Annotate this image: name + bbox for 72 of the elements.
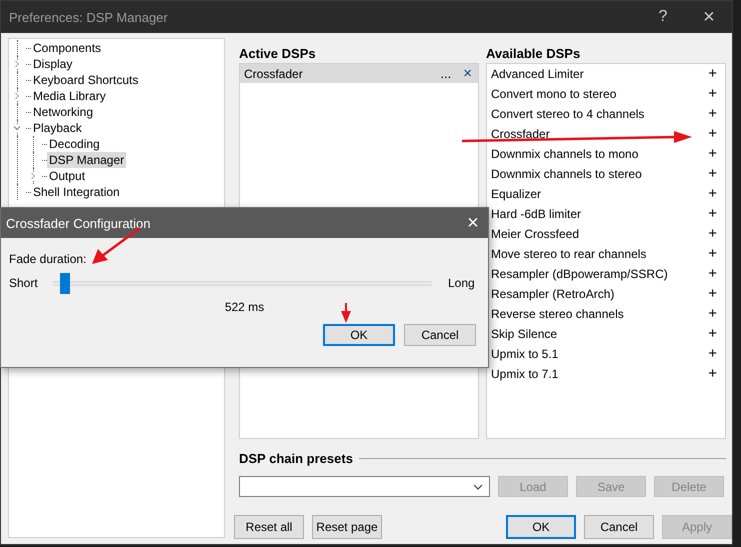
add-button[interactable]: + [702, 125, 725, 143]
tree-item[interactable]: Networking [31, 104, 96, 120]
list-item[interactable]: Meier Crossfeed [491, 227, 702, 241]
button[interactable]: Reset all [234, 515, 304, 539]
list-item[interactable]: Upmix to 5.1 [491, 347, 702, 361]
tree-item[interactable]: Decoding [47, 136, 102, 152]
dialog-title: Crossfader Configuration [6, 216, 151, 230]
button[interactable]: Cancel [404, 324, 476, 346]
add-button[interactable]: + [702, 285, 725, 303]
arrow [341, 303, 351, 323]
add-button[interactable]: + [702, 245, 725, 263]
list-item[interactable]: Upmix to 7.1 [491, 367, 702, 381]
add-button[interactable]: + [702, 185, 725, 203]
tree-item[interactable]: Media Library [31, 88, 108, 104]
add-button[interactable]: + [702, 325, 725, 343]
close-button[interactable]: × [458, 208, 488, 238]
list-item[interactable]: Downmix channels to stereo [491, 167, 702, 181]
list-item[interactable]: Equalizer [491, 187, 702, 201]
section-heading: DSP chain presets [239, 450, 353, 468]
close-button[interactable]: × [686, 1, 732, 33]
tree-item[interactable]: DSP Manager [47, 152, 126, 168]
slider-value: 522 ms [224, 300, 264, 314]
list-item[interactable]: Convert stereo to 4 channels [491, 107, 702, 121]
add-button[interactable]: + [702, 165, 725, 183]
add-button[interactable]: + [702, 365, 725, 383]
add-button[interactable]: + [702, 305, 725, 323]
tree-item[interactable]: Shell Integration [31, 184, 122, 200]
add-button[interactable]: + [702, 105, 725, 123]
list-item[interactable]: Crossfader [491, 127, 702, 141]
section-heading: Available DSPs [486, 45, 582, 63]
list-item[interactable]: Move stereo to rear channels [491, 247, 702, 261]
slider-thumb[interactable] [60, 272, 70, 294]
button[interactable]: Reset page [312, 515, 382, 539]
tree-item[interactable]: Playback [31, 120, 84, 136]
section-heading: Active DSPs [239, 45, 317, 63]
list-item[interactable]: Hard -6dB limiter [491, 207, 702, 221]
add-button[interactable]: + [702, 345, 725, 363]
tree-item[interactable]: Components [31, 40, 104, 56]
slider-label: Long [447, 276, 476, 290]
configure-button[interactable]: ... [434, 64, 458, 82]
add-button[interactable]: + [702, 225, 725, 243]
caret-icon [473, 484, 483, 490]
tree-item[interactable]: Display [31, 56, 74, 72]
slider-label: Short [9, 276, 39, 290]
add-button[interactable]: + [702, 85, 725, 103]
add-button[interactable]: + [702, 65, 725, 83]
tree-item[interactable]: Output [47, 168, 88, 184]
help-button[interactable]: ? [640, 1, 686, 33]
button[interactable]: OK [506, 515, 576, 539]
list-item[interactable]: Resampler (RetroArch) [491, 287, 702, 301]
window-title: Preferences: DSP Manager [8, 10, 169, 24]
list-item[interactable]: Resampler (dBpoweramp/SSRC) [491, 267, 702, 281]
list-item[interactable]: Skip Silence [491, 327, 702, 341]
list-item[interactable]: Crossfader ... × [240, 64, 478, 83]
list-item[interactable]: Downmix channels to mono [491, 147, 702, 161]
chevron-right-icon[interactable] [29, 172, 37, 180]
add-button[interactable]: + [702, 265, 725, 283]
chevron-right-icon[interactable] [13, 92, 21, 100]
chevron-right-icon[interactable] [13, 60, 21, 68]
item-label: Crossfader [244, 66, 304, 80]
list-item[interactable]: Reverse stereo channels [491, 307, 702, 321]
list-item[interactable]: Convert mono to stereo [491, 87, 702, 101]
button[interactable]: OK [323, 324, 395, 346]
remove-button[interactable]: × [457, 64, 478, 82]
tree-item[interactable]: Keyboard Shortcuts [31, 72, 140, 88]
chevron-down-icon[interactable] [13, 124, 21, 132]
add-button[interactable]: + [702, 205, 725, 223]
field-label: Fade duration: [9, 252, 88, 268]
button[interactable]: Cancel [584, 515, 654, 539]
preset-dropdown[interactable] [239, 476, 490, 497]
list-item[interactable]: Advanced Limiter [491, 67, 702, 81]
add-button[interactable]: + [702, 145, 725, 163]
